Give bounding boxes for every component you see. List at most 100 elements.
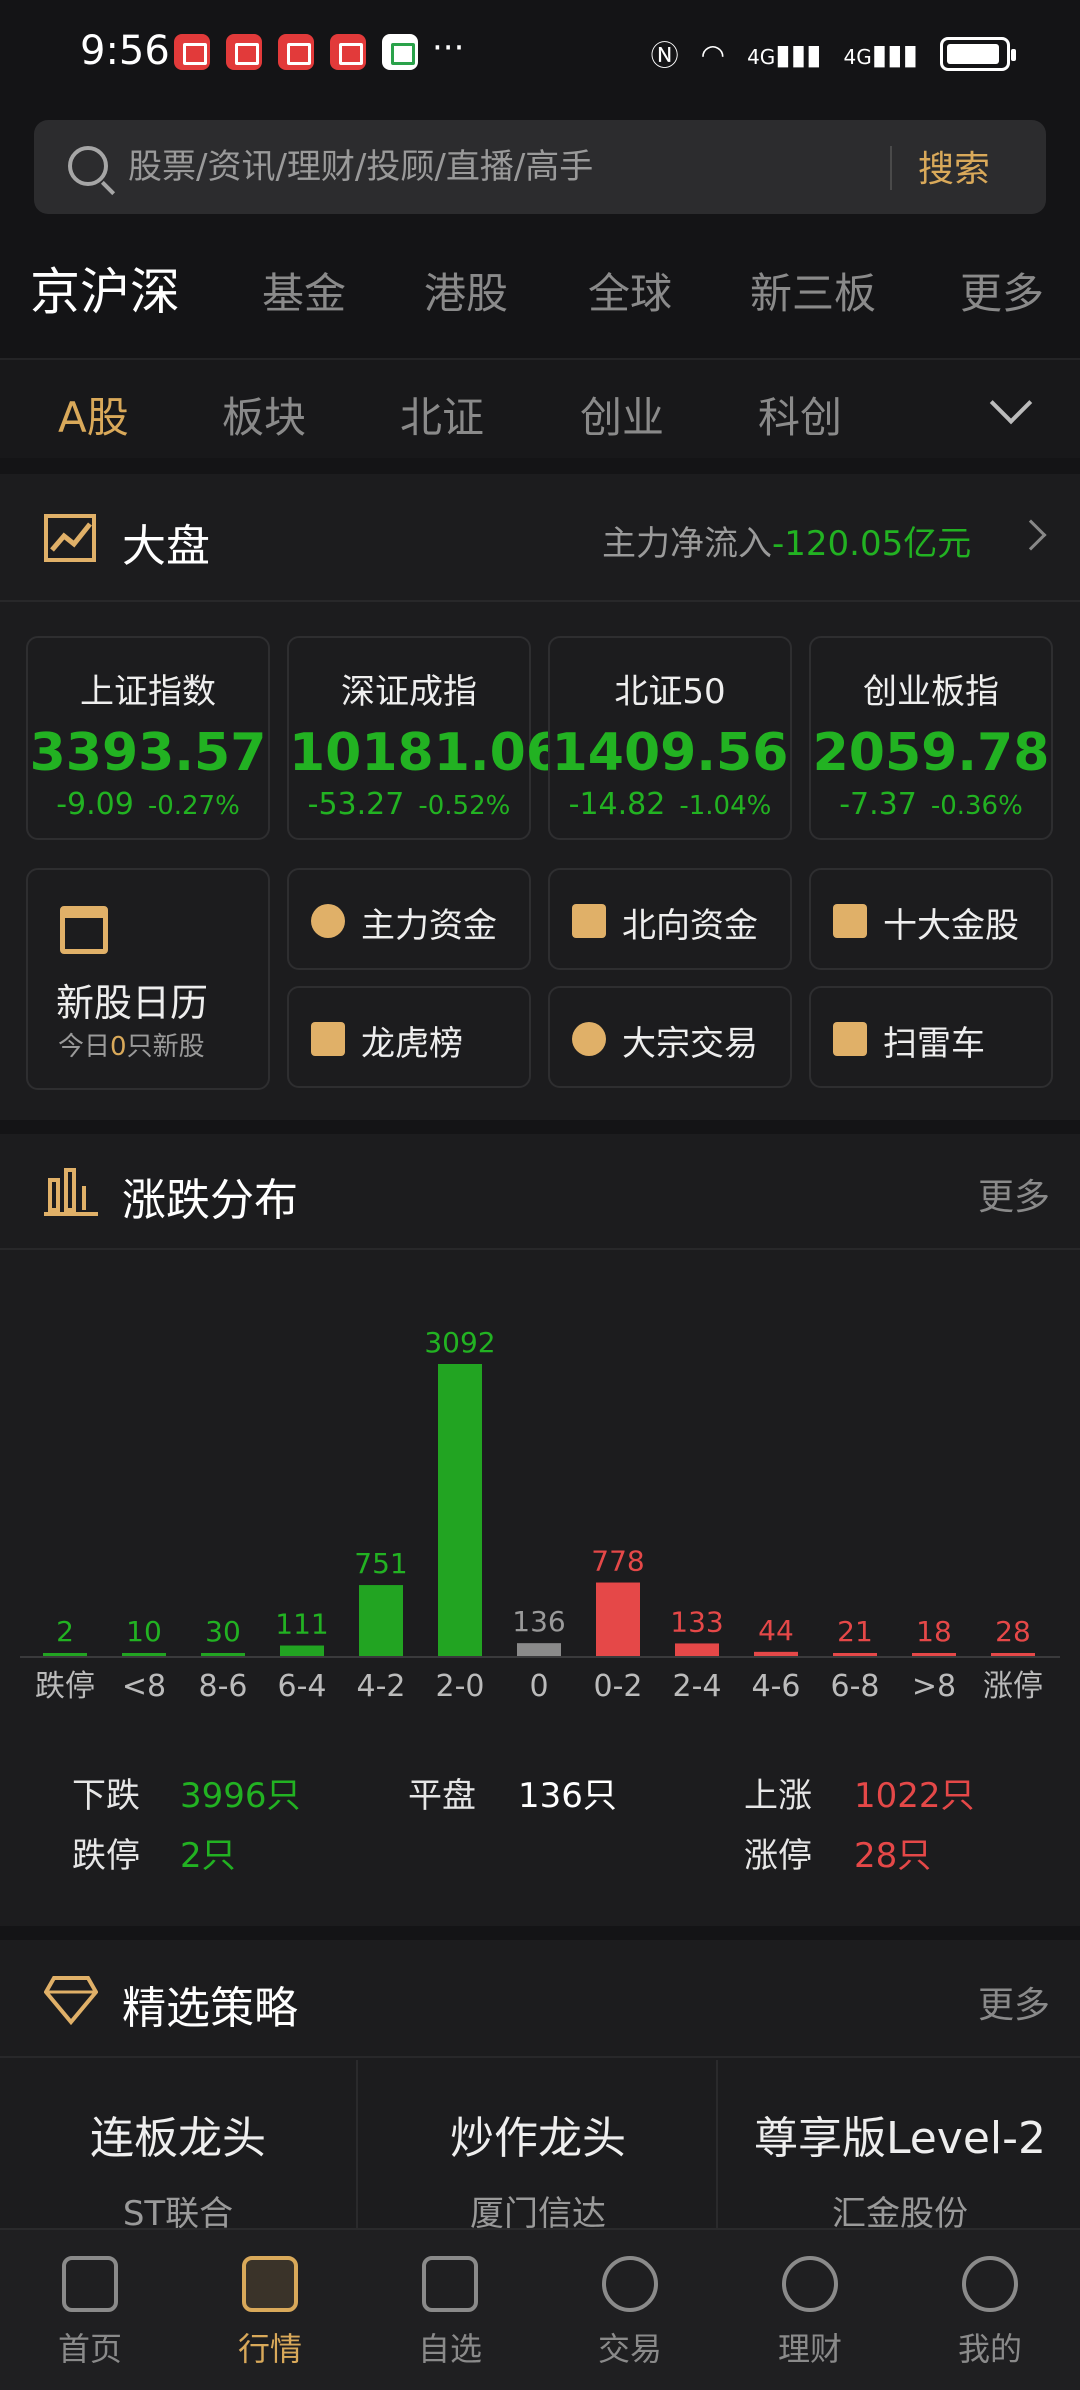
subtab-chinext[interactable]: 创业 [580, 384, 664, 445]
category-label: 2-0 [436, 1669, 485, 1704]
tab-global[interactable]: 全球 [588, 260, 672, 321]
index-name: 深证成指 [341, 672, 477, 712]
main-capital-button[interactable]: 主力资金 [287, 868, 531, 970]
tab-jinghushen[interactable]: 京沪深 [30, 252, 180, 324]
signal-icon: 4G▮▮▮ [747, 37, 822, 71]
strategy-card[interactable]: 尊享版Level-2 汇金股份 [720, 2060, 1080, 2234]
subtab-sectors[interactable]: 板块 [222, 384, 306, 445]
nav-market[interactable]: 行情 [180, 2230, 360, 2390]
index-name: 北证50 [614, 672, 726, 712]
index-value: 2059.78 [812, 723, 1050, 783]
net-inflow: 主力净流入-120.05亿元 [602, 516, 971, 565]
bar-11 [912, 1653, 956, 1656]
tab-hk-stocks[interactable]: 港股 [424, 260, 508, 321]
bar-8 [675, 1643, 719, 1656]
panel-title: 大盘 [122, 521, 210, 572]
index-card-shenzhen[interactable]: 深证成指 10181.06 -53.27 -0.52% [287, 636, 562, 840]
network-type: 4G [843, 44, 872, 69]
search-button[interactable]: 搜索 [918, 140, 990, 192]
bar-chart-icon [44, 1168, 98, 1216]
search-bar[interactable]: 搜索 [34, 120, 1046, 214]
market-chart-icon [242, 2256, 298, 2312]
bookmark-star-icon [311, 1022, 345, 1056]
more-notifications-icon: ··· [432, 28, 465, 68]
limit-down-label: 跌停 [72, 1836, 140, 1876]
bar-0 [43, 1653, 87, 1656]
ipo-sub-prefix: 今日 [58, 1032, 111, 1062]
flat-label: 平盘 [408, 1776, 476, 1816]
fall-label: 下跌 [72, 1776, 140, 1816]
market-tabs: 京沪深 基金 港股 全球 新三板 更多 [0, 252, 1080, 340]
notification-icon [330, 34, 366, 70]
strategy-card[interactable]: 炒作龙头 厦门信达 [360, 2060, 718, 2234]
subtab-a-shares[interactable]: A股 [58, 384, 129, 445]
coin-icon [782, 2256, 838, 2312]
user-icon [962, 2256, 1018, 2312]
tool-label: 十大金股 [883, 906, 1019, 946]
nav-wealth[interactable]: 理财 [720, 2230, 900, 2390]
strategy-title: 炒作龙头 [450, 2113, 626, 2164]
category-label: 0 [529, 1669, 548, 1704]
category-label: 4-6 [752, 1669, 801, 1704]
network-type: 4G [747, 44, 776, 69]
subtab-star[interactable]: 科创 [758, 384, 842, 445]
bar-value-label: 44 [758, 1614, 794, 1647]
dragon-tiger-list-button[interactable]: 龙虎榜 [287, 986, 531, 1088]
subtab-beizheng[interactable]: 北证 [400, 384, 484, 445]
distribution-more-link[interactable]: 更多 [978, 1168, 1050, 1220]
strategy-title: 连板龙头 [90, 2113, 266, 2164]
home-icon [62, 2256, 118, 2312]
strategies-more-link[interactable]: 更多 [978, 1976, 1050, 2028]
nav-me[interactable]: 我的 [900, 2230, 1080, 2390]
ipo-sub-suffix: 只新股 [126, 1032, 205, 1062]
limit-up-value: 28只 [854, 1836, 932, 1876]
bar-5 [438, 1364, 482, 1656]
tab-new-third-board[interactable]: 新三板 [750, 260, 876, 321]
home-app-icon [382, 34, 418, 70]
bar-3 [280, 1645, 324, 1656]
index-card-bz50[interactable]: 北证50 1409.56 -14.82 -1.04% [548, 636, 792, 840]
nav-watchlist[interactable]: 自选 [360, 2230, 540, 2390]
category-label: <8 [122, 1669, 166, 1704]
strategy-title: 尊享版Level-2 [753, 2113, 1046, 2164]
index-name: 上证指数 [80, 672, 216, 712]
nav-home[interactable]: 首页 [0, 2230, 180, 2390]
strategy-card[interactable]: 连板龙头 ST联合 [0, 2060, 358, 2234]
nav-label: 交易 [597, 2330, 662, 2368]
tab-fund[interactable]: 基金 [262, 260, 346, 321]
flat-value: 136只 [518, 1776, 617, 1816]
tab-more[interactable]: 更多 [960, 260, 1044, 321]
chevron-right-icon[interactable] [1015, 519, 1047, 551]
fall-value: 3996只 [180, 1776, 301, 1816]
category-label: 6-4 [278, 1669, 327, 1704]
index-card-chinext[interactable]: 创业板指 2059.78 -7.37 -0.36% [809, 636, 1053, 840]
nav-trade[interactable]: 交易 [540, 2230, 720, 2390]
block-trade-button[interactable]: 大宗交易 [548, 986, 792, 1088]
index-card-shanghai[interactable]: 上证指数 3393.57 -9.09 -0.27% [26, 636, 270, 840]
index-value: 3393.57 [29, 723, 267, 783]
bottom-nav: 首页 行情 自选 交易 理财 我的 [0, 2228, 1080, 2390]
tool-label: 龙虎榜 [361, 1024, 463, 1064]
bar-value-label: 3092 [424, 1326, 495, 1359]
index-change: -7.37 [839, 787, 917, 822]
ipo-count: 0 [110, 1032, 127, 1062]
bar-value-label: 751 [354, 1547, 407, 1580]
market-overview-header[interactable]: 大盘 主力净流入-120.05亿元 [0, 474, 1080, 602]
category-label: 0-2 [594, 1669, 643, 1704]
bar-value-label: 18 [916, 1615, 952, 1648]
trend-chart-icon [44, 514, 96, 562]
notification-icon [226, 34, 262, 70]
search-input[interactable] [128, 144, 908, 190]
distribution-header: 涨跌分布 更多 [0, 1134, 1080, 1250]
bar-value-label: 111 [275, 1608, 328, 1641]
exchange-icon [572, 1022, 606, 1056]
index-value: 1409.56 [551, 723, 789, 783]
index-name: 创业板指 [863, 672, 999, 712]
chevron-down-icon[interactable] [989, 381, 1033, 425]
tool-label: 北向资金 [622, 906, 758, 946]
mine-sweeper-button[interactable]: 扫雷车 [809, 986, 1053, 1088]
ipo-calendar-button[interactable]: 新股日历 今日0只新股 [26, 868, 270, 1090]
diamond-icon [44, 1976, 98, 2026]
top-ten-stocks-button[interactable]: 十大金股 [809, 868, 1053, 970]
northbound-capital-button[interactable]: 北向资金 [548, 868, 792, 970]
